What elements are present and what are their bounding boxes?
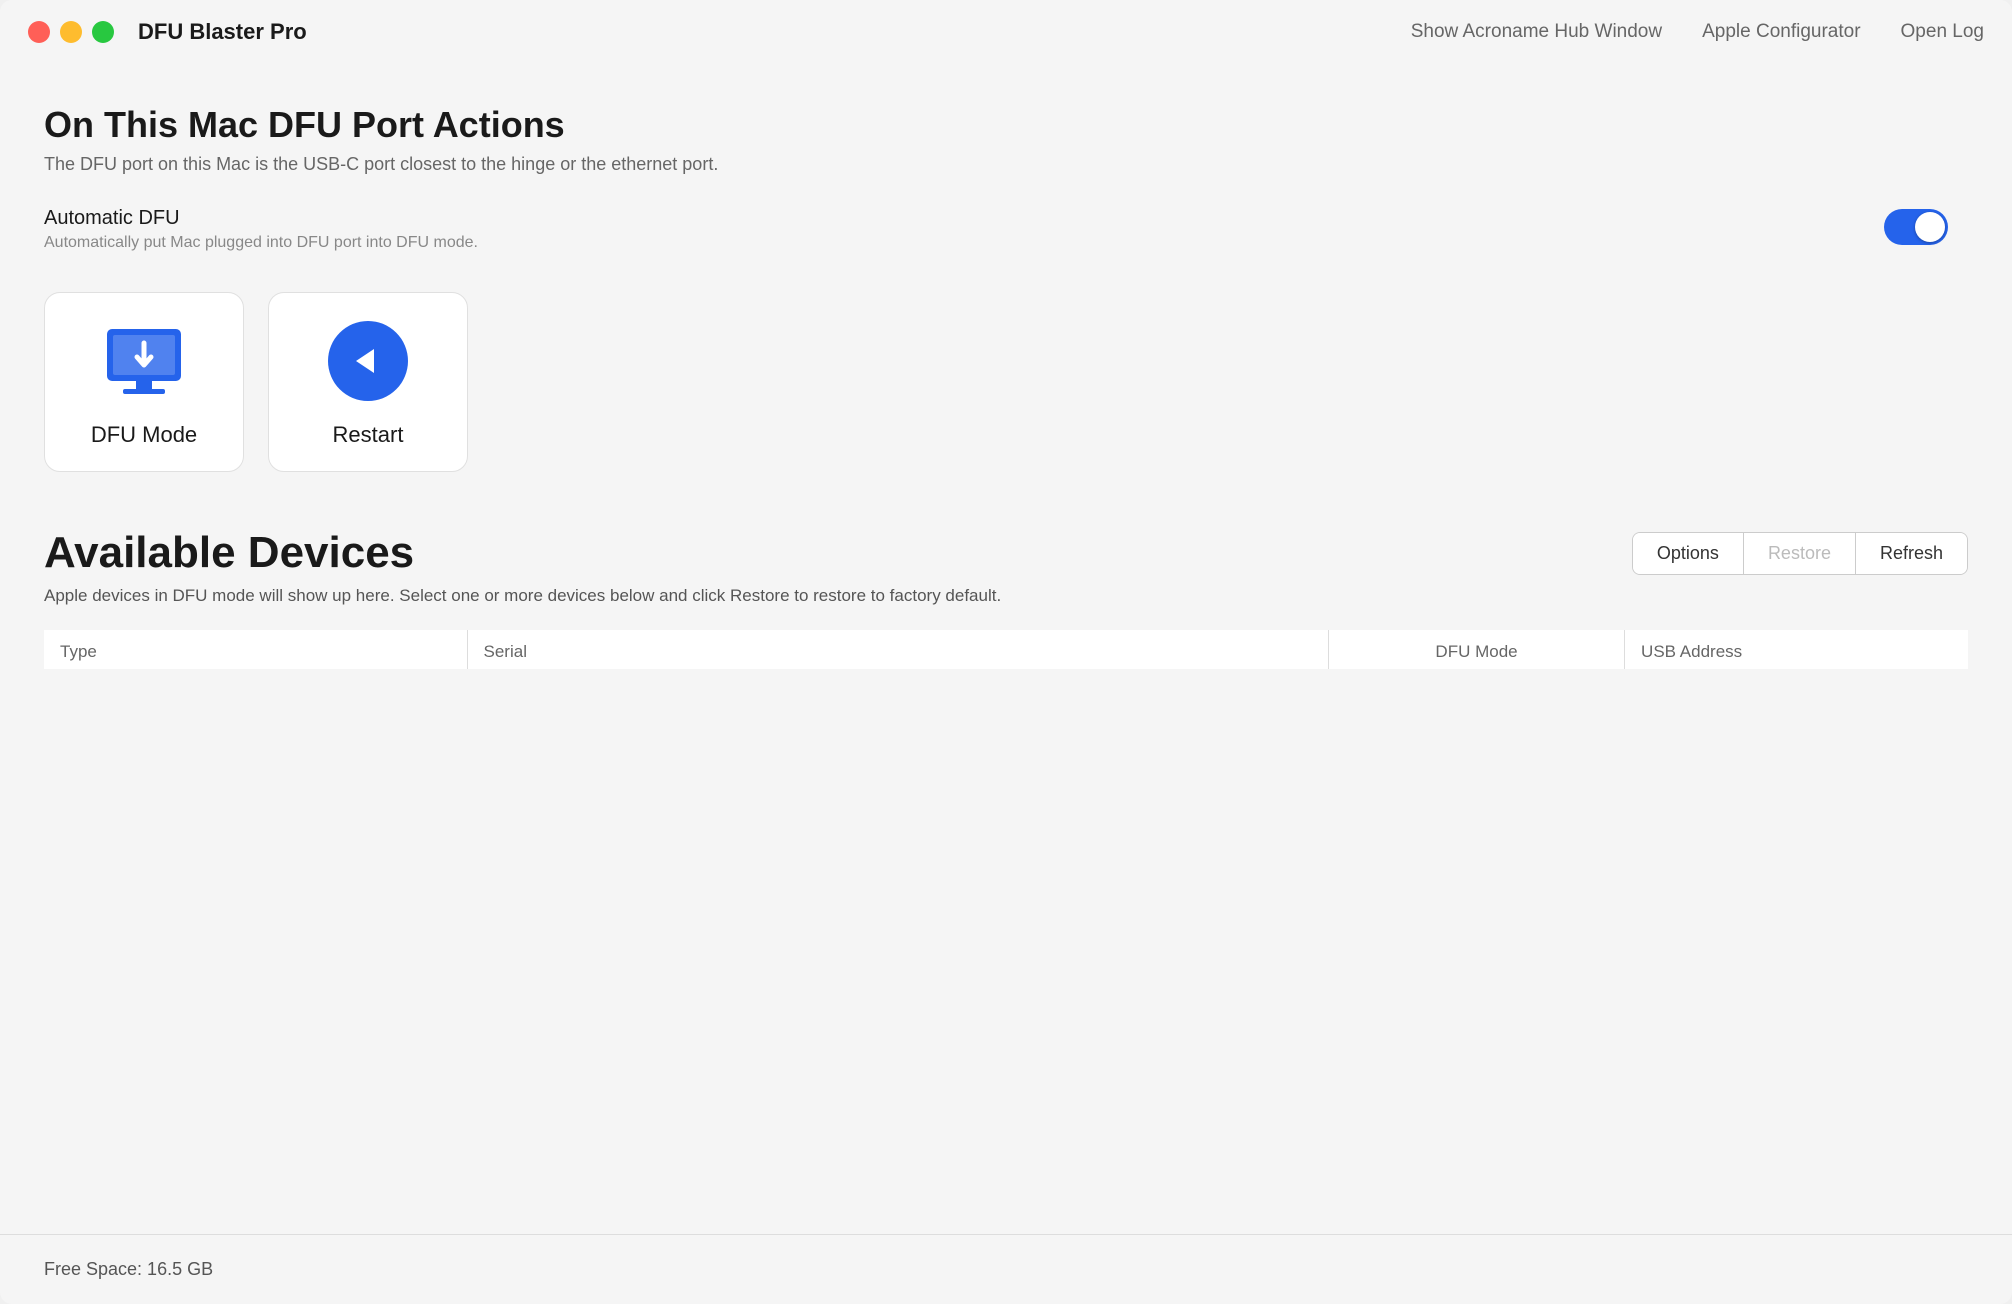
table-header-row: Type Serial DFU Mode USB Address bbox=[44, 630, 1968, 669]
options-button[interactable]: Options bbox=[1633, 533, 1744, 574]
app-window: DFU Blaster Pro Show Acroname Hub Window… bbox=[0, 0, 2012, 1304]
devices-table: Type Serial DFU Mode USB Address MacBook… bbox=[44, 630, 1968, 669]
apple-configurator-button[interactable]: Apple Configurator bbox=[1702, 21, 1860, 43]
automatic-dfu-toggle[interactable] bbox=[1884, 209, 1948, 245]
col-serial: Serial bbox=[467, 630, 1328, 669]
automatic-dfu-labels: Automatic DFU Automatically put Mac plug… bbox=[44, 207, 478, 252]
traffic-lights bbox=[28, 21, 114, 43]
restore-button[interactable]: Restore bbox=[1744, 533, 1856, 574]
title-bar-left: DFU Blaster Pro bbox=[28, 19, 307, 45]
devices-section: Available Devices Options Restore Refres… bbox=[44, 528, 1968, 669]
title-bar: DFU Blaster Pro Show Acroname Hub Window… bbox=[0, 0, 2012, 64]
open-log-button[interactable]: Open Log bbox=[1901, 21, 1984, 43]
col-dfu-mode: DFU Mode bbox=[1328, 630, 1624, 669]
automatic-dfu-label: Automatic DFU bbox=[44, 207, 478, 230]
maximize-button[interactable] bbox=[92, 21, 114, 43]
action-buttons: DFU Mode Restart bbox=[44, 292, 1968, 472]
automatic-dfu-sublabel: Automatically put Mac plugged into DFU p… bbox=[44, 234, 478, 252]
restart-label: Restart bbox=[333, 422, 404, 448]
title-bar-right: Show Acroname Hub Window Apple Configura… bbox=[1411, 21, 1984, 43]
col-usb-address: USB Address bbox=[1625, 630, 1968, 669]
restart-card[interactable]: Restart bbox=[268, 292, 468, 472]
devices-actions: Options Restore Refresh bbox=[1632, 532, 1968, 575]
close-button[interactable] bbox=[28, 21, 50, 43]
dfu-section-title: On This Mac DFU Port Actions bbox=[44, 104, 1968, 146]
restart-icon bbox=[323, 316, 413, 406]
automatic-dfu-row: Automatic DFU Automatically put Mac plug… bbox=[44, 207, 1968, 252]
dfu-mode-icon bbox=[99, 316, 189, 406]
dfu-section-description: The DFU port on this Mac is the USB-C po… bbox=[44, 154, 1968, 175]
devices-header: Available Devices Options Restore Refres… bbox=[44, 528, 1968, 578]
dfu-mode-card[interactable]: DFU Mode bbox=[44, 292, 244, 472]
refresh-button[interactable]: Refresh bbox=[1856, 533, 1967, 574]
devices-subtitle: Apple devices in DFU mode will show up h… bbox=[44, 586, 1968, 606]
minimize-button[interactable] bbox=[60, 21, 82, 43]
app-title: DFU Blaster Pro bbox=[138, 19, 307, 45]
show-acroname-button[interactable]: Show Acroname Hub Window bbox=[1411, 21, 1662, 43]
dfu-mode-label: DFU Mode bbox=[91, 422, 197, 448]
col-type: Type bbox=[44, 630, 467, 669]
footer: Free Space: 16.5 GB bbox=[0, 1234, 2012, 1304]
main-content: On This Mac DFU Port Actions The DFU por… bbox=[0, 64, 2012, 669]
free-space-label: Free Space: 16.5 GB bbox=[44, 1259, 213, 1279]
devices-title: Available Devices bbox=[44, 528, 414, 578]
